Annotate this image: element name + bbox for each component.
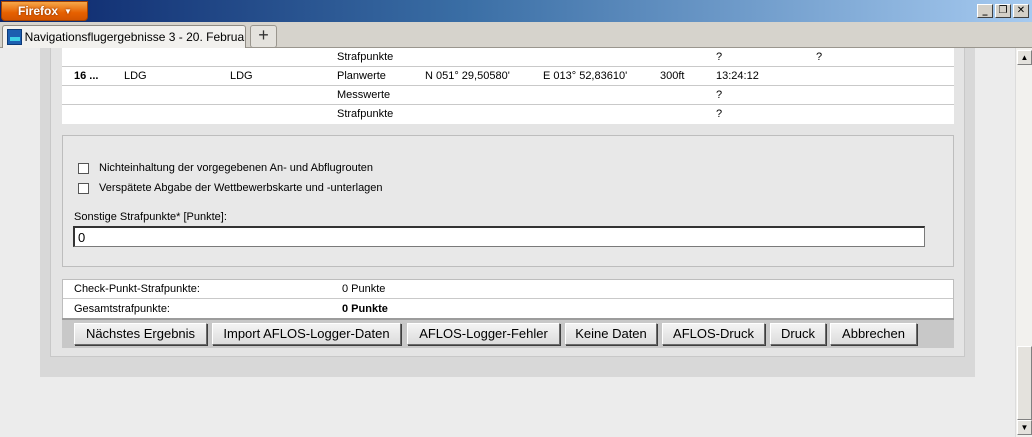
tab-strip: Navigationsflugergebnisse 3 - 20. Februa… [0, 22, 1032, 48]
print-button[interactable]: Druck [770, 323, 826, 345]
row-alt: 300ft [648, 66, 704, 86]
row-id [62, 104, 112, 124]
row-alt [648, 48, 704, 67]
row-type: Messwerte [325, 85, 413, 105]
row-time: ? [704, 85, 804, 105]
checkbox[interactable] [78, 182, 89, 194]
table-row: Strafpunkte ? ? [62, 48, 954, 67]
row-extra [804, 85, 954, 105]
next-result-button[interactable]: Nächstes Ergebnis [74, 323, 207, 345]
summary-row-checkpoint: Check-Punkt-Strafpunkte: 0 Punkte [63, 280, 953, 299]
row-lon [531, 48, 648, 67]
page-content: Strafpunkte ? ? 16 ... LDG LDG Planwerte… [0, 48, 1015, 437]
row-time: ? [704, 104, 804, 124]
firefox-menu-label: Firefox [18, 4, 59, 18]
cancel-button[interactable]: Abbrechen [830, 323, 917, 345]
title-bar: Firefox ▼ _ ❐ ✕ [0, 0, 1032, 22]
row-extra [804, 104, 954, 124]
row-lat [413, 48, 531, 67]
row-extra: ? [804, 48, 954, 67]
checkbox-label: Nichteinhaltung der vorgegebenen An- und… [99, 162, 373, 174]
table-row: Messwerte ? [62, 85, 954, 105]
row-id [62, 85, 112, 105]
checkbox-label: Verspätete Abgabe der Wettbewerbskarte u… [99, 182, 383, 194]
tab-title: Navigationsflugergebnisse 3 - 20. Februa… [24, 30, 245, 44]
scroll-up-arrow-icon[interactable]: ▲ [1017, 50, 1032, 65]
row-time: 13:24:12 [704, 66, 804, 86]
dropdown-arrow-icon: ▼ [64, 7, 72, 16]
row-type: Strafpunkte [325, 48, 413, 67]
row-type: Strafpunkte [325, 104, 413, 124]
row-time: ? [704, 48, 804, 67]
firefox-menu-button[interactable]: Firefox ▼ [1, 1, 88, 21]
table-row: Strafpunkte ? [62, 104, 954, 124]
row-to [218, 104, 325, 124]
row-id [62, 48, 112, 67]
new-tab-button[interactable]: + [250, 25, 277, 48]
checkpoint-penalty-label: Check-Punkt-Strafpunkte: [74, 283, 200, 295]
table-row: 16 ... LDG LDG Planwerte N 051° 29,50580… [62, 66, 954, 86]
import-logger-data-button[interactable]: Import AFLOS-Logger-Daten [212, 323, 401, 345]
site-favicon-icon [7, 29, 22, 45]
row-id: 16 ... [62, 66, 112, 86]
row-lon: E 013° 52,83610' [531, 66, 648, 86]
aflos-print-button[interactable]: AFLOS-Druck [662, 323, 765, 345]
scrollbar-thumb[interactable] [1017, 346, 1032, 420]
row-alt [648, 85, 704, 105]
other-penalty-input[interactable] [73, 226, 925, 247]
other-penalty-label: Sonstige Strafpunkte* [Punkte]: [74, 211, 227, 223]
row-from [112, 85, 218, 105]
row-from [112, 104, 218, 124]
total-penalty-container: 0 Punkte [342, 303, 388, 315]
row-lat: N 051° 29,50580' [413, 66, 531, 86]
results-table: Strafpunkte ? ? 16 ... LDG LDG Planwerte… [62, 48, 954, 124]
window-controls: _ ❐ ✕ [977, 4, 1029, 18]
no-data-button[interactable]: Keine Daten [565, 323, 657, 345]
scroll-down-arrow-icon[interactable]: ▼ [1017, 420, 1032, 435]
checkbox-late-submission[interactable]: Verspätete Abgabe der Wettbewerbskarte u… [78, 182, 383, 194]
row-extra [804, 66, 954, 86]
checkbox-route-violation[interactable]: Nichteinhaltung der vorgegebenen An- und… [78, 162, 373, 174]
row-alt [648, 104, 704, 124]
row-lon [531, 85, 648, 105]
row-lat [413, 104, 531, 124]
close-icon[interactable]: ✕ [1013, 4, 1029, 18]
row-type: Planwerte [325, 66, 413, 86]
restore-icon[interactable]: ❐ [995, 4, 1011, 18]
checkpoint-penalty-value: 0 Punkte [342, 283, 386, 295]
penalty-options: Nichteinhaltung der vorgegebenen An- und… [62, 135, 954, 267]
vertical-scrollbar[interactable]: ▲ ▼ [1015, 48, 1032, 437]
row-to [218, 85, 325, 105]
total-penalty-label: Gesamtstrafpunkte: [74, 302, 170, 315]
row-from: LDG [112, 66, 218, 86]
checkbox[interactable] [78, 162, 89, 174]
row-lon [531, 104, 648, 124]
action-button-bar: Nächstes Ergebnis Import AFLOS-Logger-Da… [62, 318, 954, 348]
total-penalty-value: 0 Punkte [342, 302, 388, 315]
row-to [218, 48, 325, 67]
row-from [112, 48, 218, 67]
row-lat [413, 85, 531, 105]
tab-navigation-results[interactable]: Navigationsflugergebnisse 3 - 20. Februa… [2, 25, 246, 48]
penalty-summary: Check-Punkt-Strafpunkte: 0 Punkte Gesamt… [62, 279, 954, 319]
minimize-icon[interactable]: _ [977, 4, 993, 18]
row-to: LDG [218, 66, 325, 86]
logger-error-button[interactable]: AFLOS-Logger-Fehler [407, 323, 560, 345]
summary-row-total: Gesamtstrafpunkte: 0 Punkte [63, 299, 953, 318]
